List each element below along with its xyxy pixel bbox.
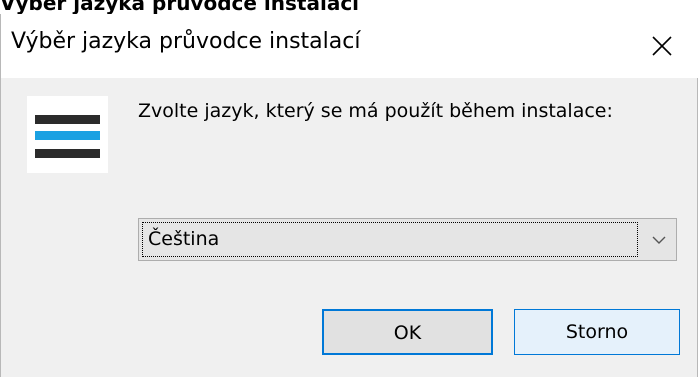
clipped-background-text: Výběr jazyka průvodce instalací	[0, 0, 698, 14]
window-title: Výběr jazyka průvodce instalací	[11, 29, 361, 54]
dialog-body: Zvolte jazyk, který se má použít během i…	[0, 78, 698, 377]
title-bar[interactable]: Výběr jazyka průvodce instalací	[0, 14, 698, 78]
close-icon	[652, 36, 672, 56]
close-button[interactable]	[626, 14, 698, 78]
cancel-button[interactable]: Storno	[514, 309, 680, 355]
language-prompt: Zvolte jazyk, který se má použít během i…	[138, 100, 613, 122]
logo-bar-middle	[35, 131, 100, 140]
logo-bar-bottom	[35, 149, 100, 158]
language-select[interactable]: Čeština	[138, 218, 677, 261]
chevron-down-icon	[652, 236, 666, 244]
installer-language-dialog: Výběr jazyka průvodce instalací Výběr ja…	[0, 0, 698, 377]
language-select-value: Čeština	[142, 222, 638, 257]
ok-button[interactable]: OK	[322, 309, 493, 355]
logo-bar-top	[35, 115, 100, 124]
clipped-text-fragment: Výběr jazyka průvodce instalací	[0, 0, 360, 14]
setup-logo-icon	[27, 96, 108, 173]
